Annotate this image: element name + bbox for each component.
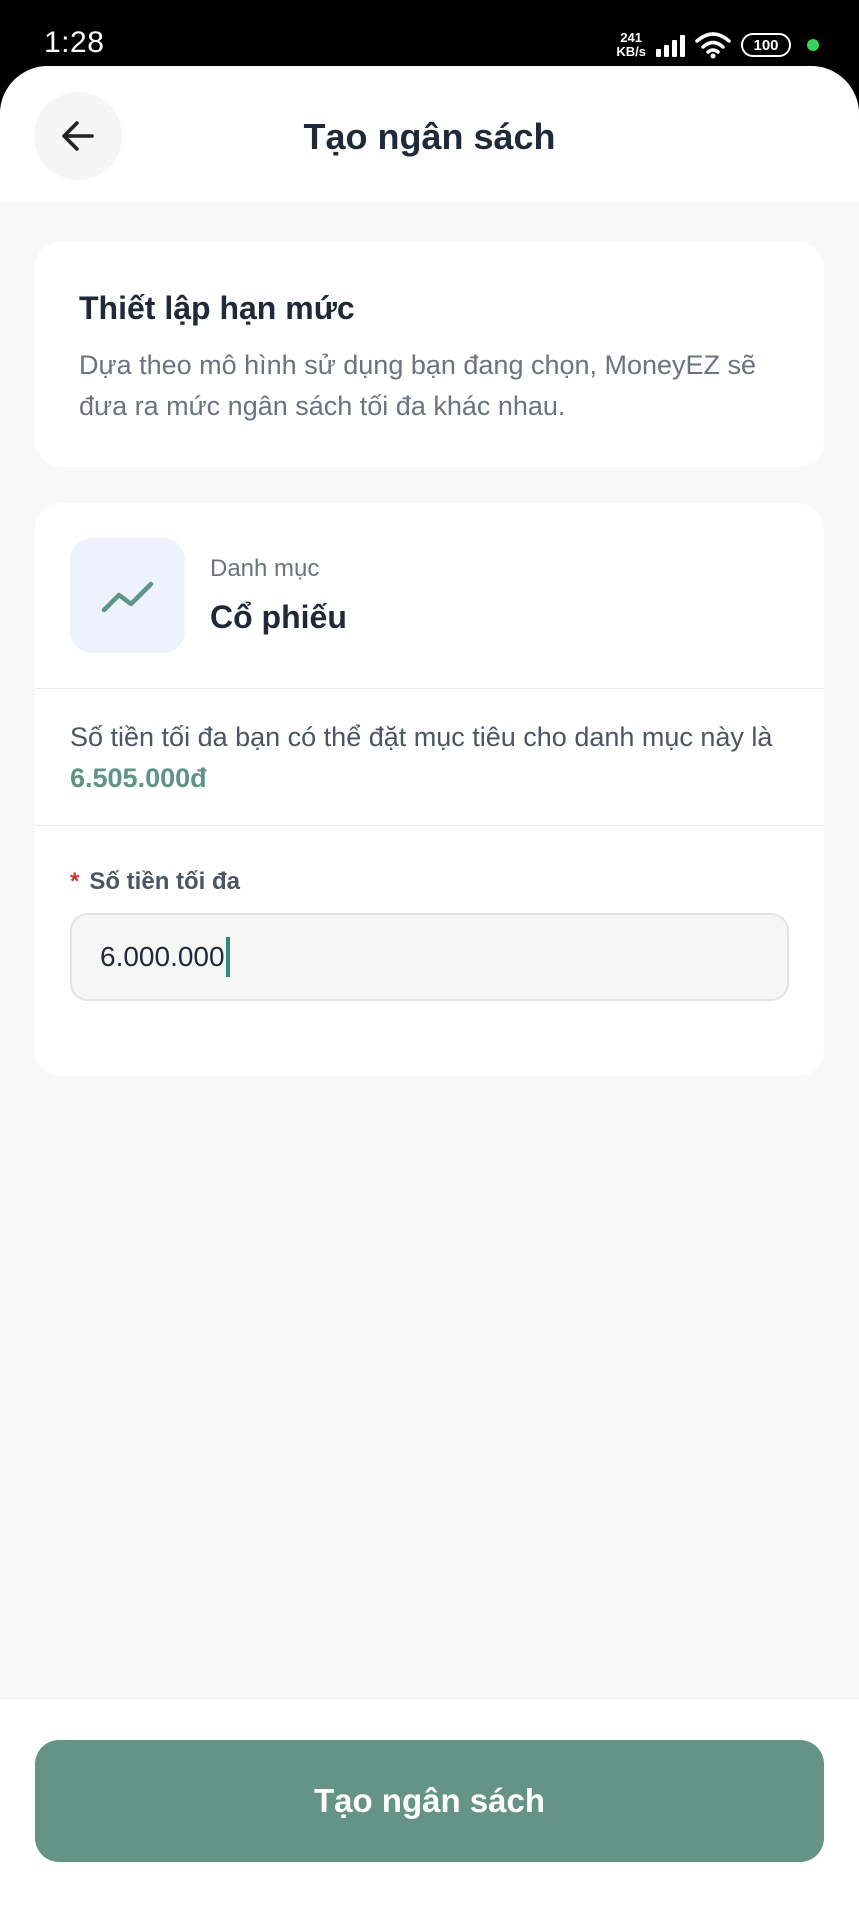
max-amount-input[interactable]: 6.000.000 [70,913,789,1001]
max-amount-value: 6.505.000đ [70,763,207,793]
required-mark: * [70,868,80,895]
category-row: Danh mục Cổ phiếu [35,503,824,689]
trending-up-icon [101,581,153,612]
network-speed-unit: KB/s [616,44,646,59]
category-value: Cổ phiếu [210,599,347,635]
text-cursor [225,937,230,977]
app-screen: Tạo ngân sách Thiết lập hạn mức Dựa theo… [0,66,859,1908]
budget-form-card: Danh mục Cổ phiếu Số tiền tối đa bạn có … [35,503,824,1076]
header: Tạo ngân sách [0,66,859,204]
page-title: Tạo ngân sách [303,116,556,157]
battery-icon: 100 [741,33,791,57]
category-icon-box [70,538,185,653]
category-label: Danh mục [210,555,320,582]
create-budget-button[interactable]: Tạo ngân sách [35,1740,824,1862]
wifi-icon [695,32,731,59]
footer: Tạo ngân sách [0,1698,859,1908]
max-amount-info-text: Số tiền tối đa bạn có thể đặt mục tiêu c… [70,722,773,752]
limit-setup-title: Thiết lập hạn mức [79,290,355,326]
max-amount-label-text: Số tiền tối đa [89,868,241,895]
privacy-indicator-dot [807,39,819,51]
signal-icon [656,33,685,57]
status-icons: 241 KB/s 100 [616,28,819,62]
max-amount-info: Số tiền tối đa bạn có thể đặt mục tiêu c… [35,689,824,826]
limit-setup-description: Dựa theo mô hình sử dụng bạn đang chọn, … [79,350,757,421]
limit-setup-card: Thiết lập hạn mức Dựa theo mô hình sử dụ… [35,242,824,467]
max-amount-label: * Số tiền tối đa [70,868,240,896]
network-speed-value: 241 [620,30,643,45]
network-speed: 241 KB/s [616,31,646,59]
status-time: 1:28 [44,26,105,59]
max-amount-input-value: 6.000.000 [100,941,225,972]
